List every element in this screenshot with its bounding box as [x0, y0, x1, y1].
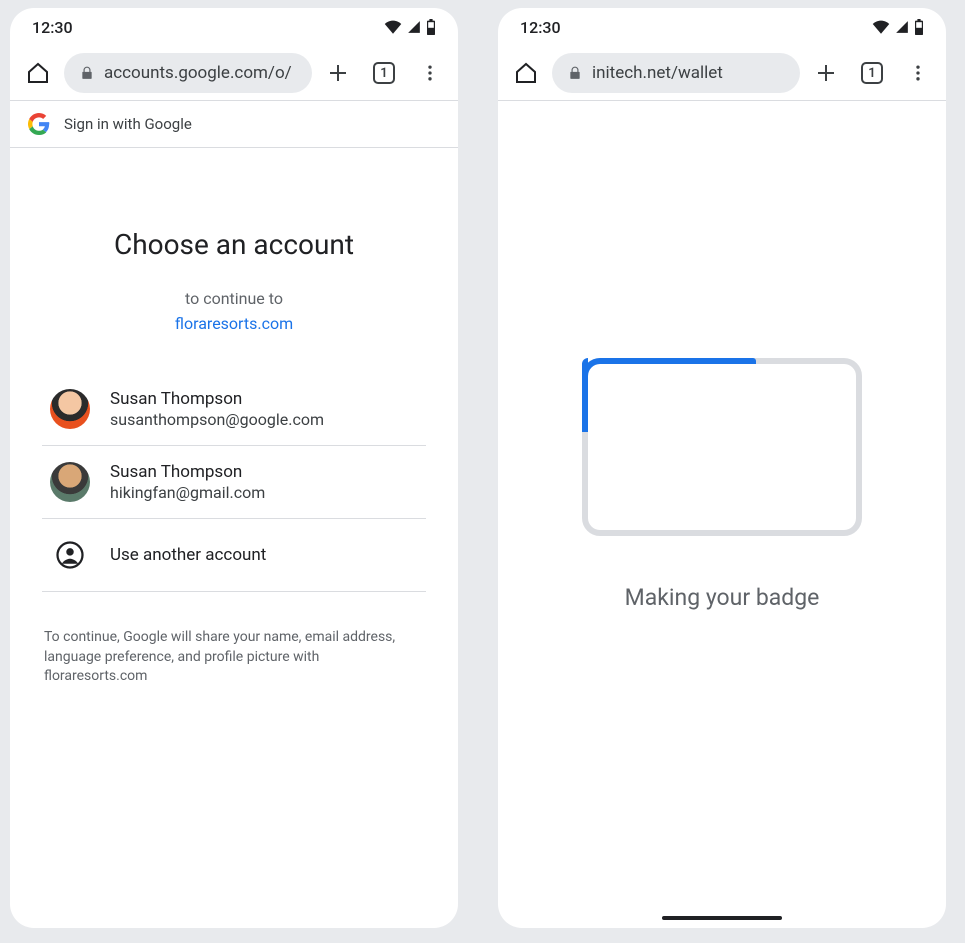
home-icon: [514, 61, 538, 85]
person-icon-wrapper: [50, 535, 90, 575]
main-content: Choose an account to continue to florare…: [10, 148, 458, 707]
more-vert-icon: [908, 63, 928, 83]
making-badge-label: Making your badge: [625, 584, 820, 611]
status-icons: [384, 19, 436, 35]
home-button[interactable]: [18, 53, 58, 93]
lock-icon: [568, 65, 582, 81]
status-time: 12:30: [520, 18, 561, 37]
cell-signal-icon: [406, 20, 422, 34]
cell-signal-icon: [894, 20, 910, 34]
badge-loading-area: Making your badge: [498, 101, 946, 928]
new-tab-button[interactable]: [806, 53, 846, 93]
accounts-list: Susan Thompson susanthompson@google.com …: [42, 373, 426, 592]
google-sign-in-header: Sign in with Google: [10, 101, 458, 148]
plus-icon: [326, 61, 350, 85]
status-bar: 12:30: [498, 8, 946, 46]
account-name: Susan Thompson: [110, 462, 265, 482]
continue-to-label: to continue to: [42, 289, 426, 308]
tab-count-icon: 1: [861, 62, 883, 84]
use-another-account-row[interactable]: Use another account: [42, 519, 426, 592]
tab-count-icon: 1: [373, 62, 395, 84]
url-bar[interactable]: accounts.google.com/o/: [64, 53, 312, 93]
phone-left: 12:30 accounts.google.com/o/ 1: [10, 8, 458, 928]
use-another-label: Use another account: [110, 545, 266, 565]
more-menu-button[interactable]: [898, 53, 938, 93]
page-title: Choose an account: [42, 228, 426, 261]
url-bar[interactable]: initech.net/wallet: [552, 53, 800, 93]
sign-in-header-text: Sign in with Google: [64, 115, 192, 133]
battery-icon: [426, 19, 436, 35]
account-row-1[interactable]: Susan Thompson susanthompson@google.com: [42, 373, 426, 446]
continue-site-link[interactable]: floraresorts.com: [42, 314, 426, 333]
wifi-icon: [384, 20, 402, 34]
account-name: Susan Thompson: [110, 389, 324, 409]
wifi-icon: [872, 20, 890, 34]
avatar: [50, 389, 90, 429]
account-row-2[interactable]: Susan Thompson hikingfan@gmail.com: [42, 446, 426, 519]
disclosure-text: To continue, Google will share your name…: [42, 628, 426, 687]
person-circle-icon: [55, 540, 85, 570]
status-bar: 12:30: [10, 8, 458, 46]
browser-toolbar: accounts.google.com/o/ 1: [10, 46, 458, 100]
home-icon: [26, 61, 50, 85]
account-info: Susan Thompson susanthompson@google.com: [110, 389, 324, 429]
google-g-logo-icon: [28, 113, 50, 135]
account-info: Susan Thompson hikingfan@gmail.com: [110, 462, 265, 502]
lock-icon: [80, 65, 94, 81]
more-vert-icon: [420, 63, 440, 83]
progress-indicator: [600, 358, 756, 364]
account-email: hikingfan@gmail.com: [110, 483, 265, 502]
account-email: susanthompson@google.com: [110, 410, 324, 429]
avatar: [50, 462, 90, 502]
phone-right: 12:30 initech.net/wallet 1: [498, 8, 946, 928]
badge-card-outline: [582, 358, 862, 536]
nav-handle[interactable]: [662, 916, 782, 920]
browser-toolbar: initech.net/wallet 1: [498, 46, 946, 100]
url-text: initech.net/wallet: [592, 63, 723, 83]
plus-icon: [814, 61, 838, 85]
battery-icon: [914, 19, 924, 35]
more-menu-button[interactable]: [410, 53, 450, 93]
tabs-button[interactable]: 1: [852, 53, 892, 93]
new-tab-button[interactable]: [318, 53, 358, 93]
url-text: accounts.google.com/o/: [104, 63, 292, 83]
status-time: 12:30: [32, 18, 73, 37]
tabs-button[interactable]: 1: [364, 53, 404, 93]
home-button[interactable]: [506, 53, 546, 93]
status-icons: [872, 19, 924, 35]
